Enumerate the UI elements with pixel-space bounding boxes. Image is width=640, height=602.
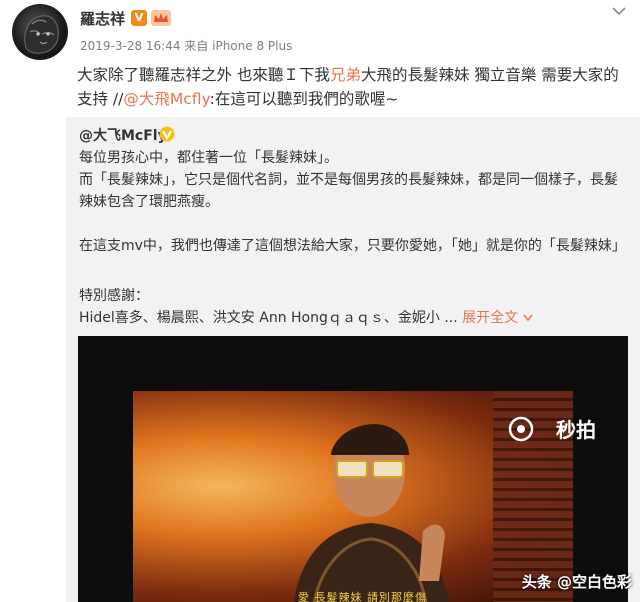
post-text: 大家除了聽羅志祥之外 也來聽Ｉ下我兄弟大飛的長髮辣妹 獨立音樂 需要大家的支持 … [77,63,632,111]
verified-badge-icon [159,126,175,142]
repost-author[interactable]: @大飞McFly [79,125,167,145]
video-frame: 愛 長髮辣妹 請別那麼傷 [133,391,573,602]
miaopai-logo-icon [508,416,534,442]
repost-line-with-expand: Hidel喜多、楊晨熙、洪文安 Ann Hongｑａｑｓ、金妮小 ... 展开全… [79,307,629,329]
post-text-part: 大家除了聽羅志祥之外 也來聽Ｉ下我 [77,66,330,84]
verified-badge-icon: V [131,10,147,26]
post-meta: 2019-3-28 16:44 来自 iPhone 8 Plus [80,39,293,53]
avatar[interactable] [12,4,68,60]
crown-icon [151,10,171,26]
username[interactable]: 羅志祥 [80,8,125,29]
watermark: 头条 @空白色彩 [521,573,632,591]
repost-card[interactable]: @大飞McFly 每位男孩心中，都住著一位「長髮辣妹」。 而「長髮辣妹」，它只是… [66,117,640,602]
expand-full-text-link[interactable]: 展开全文 [462,310,518,326]
repost-line: Hidel喜多、楊晨熙、洪文安 Ann Hongｑａｑｓ、金妮小 ... [79,310,458,326]
repost-line: 在這支mv中，我們也傳達了這個想法給大家，只要你愛她，「她」就是你的「長髮辣妹」 [79,238,626,254]
chevron-down-icon[interactable] [612,6,626,16]
video-figure [294,424,448,602]
post-text-highlight[interactable]: 兄弟 [330,66,361,84]
chevron-down-icon[interactable] [523,314,533,322]
weibo-post: 羅志祥 V 2019-3-28 16:44 来自 iPhone 8 Plus 大… [0,0,640,602]
video-brand: 秒拍 [556,418,596,442]
video-subtitle: 愛 長髮辣妹 請別那麼傷 [298,591,427,602]
mention-link[interactable]: @大飛Mcfly [123,90,209,108]
repost-line: 特別感謝： [79,288,149,304]
repost-line: 每位男孩心中，都住著一位「長髮辣妹」。 [79,150,338,166]
post-text-part: :在這可以聽到我們的歌喔~ [209,90,399,108]
video-player[interactable]: 愛 長髮辣妹 請別那麼傷 秒拍 [78,336,628,602]
repost-line: 而「長髮辣妹」，它只是個代名詞，並不是每個男孩的長髮辣妹，都是同一個樣子，長髮辣… [79,172,618,210]
